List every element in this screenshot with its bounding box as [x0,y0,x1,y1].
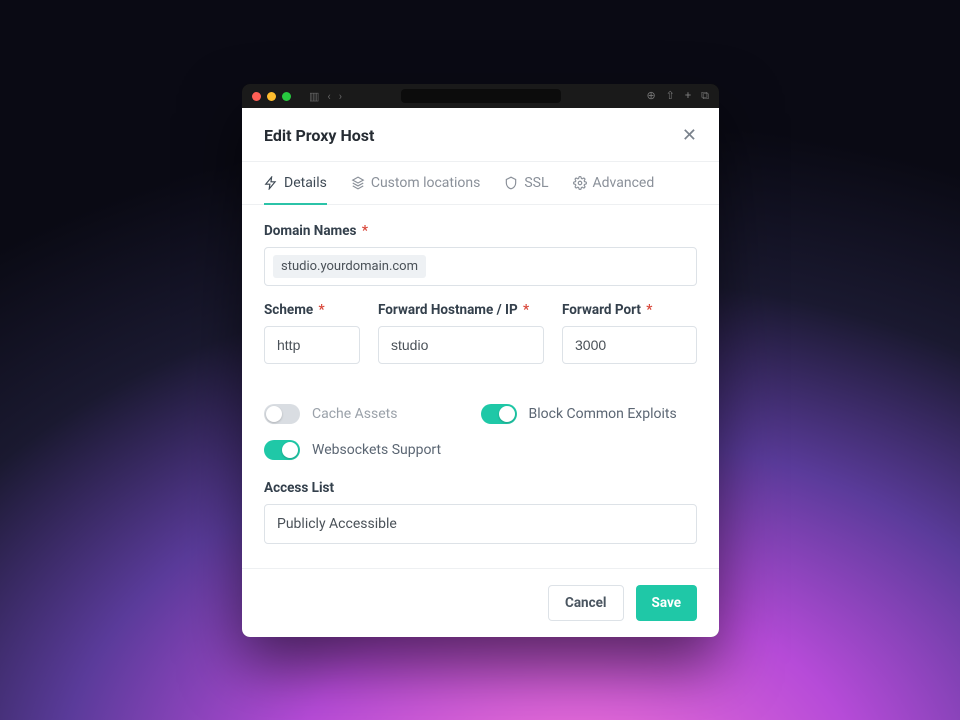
required-mark: * [643,302,653,318]
modal-footer: Cancel Save [242,568,719,637]
switch-cache-assets[interactable] [264,404,300,424]
layers-icon [351,176,365,190]
tab-bar: Details Custom locations SSL Advanced [242,162,719,205]
share-icon[interactable]: ⇧ [666,89,675,103]
field-forward-port: Forward Port * [562,302,697,364]
tab-label: Details [284,175,327,191]
required-mark: * [520,302,530,318]
window-controls [252,92,291,101]
bolt-icon [264,176,278,190]
switch-websockets[interactable] [264,440,300,460]
label-scheme: Scheme * [264,302,360,318]
domain-chip[interactable]: studio.yourdomain.com [273,255,426,278]
switch-block-exploits[interactable] [481,404,517,424]
label-domain-names: Domain Names * [264,223,697,239]
edit-proxy-host-modal: Edit Proxy Host ✕ Details Custom locatio… [242,108,719,637]
required-mark: * [358,223,368,239]
new-tab-icon[interactable]: + [685,89,691,103]
minimize-window-icon[interactable] [267,92,276,101]
tab-details[interactable]: Details [264,162,327,205]
domain-names-input[interactable]: studio.yourdomain.com [264,247,697,286]
scheme-input[interactable] [264,326,360,364]
tab-label: SSL [524,175,548,191]
toggle-cache-assets: Cache Assets [264,404,481,424]
field-access-list: Access List Publicly Accessible [264,480,697,544]
modal-title: Edit Proxy Host [264,126,374,145]
access-list-select[interactable]: Publicly Accessible [264,504,697,544]
toggle-block-exploits: Block Common Exploits [481,404,698,424]
tab-label: Custom locations [371,175,481,191]
save-button[interactable]: Save [636,585,697,621]
toggle-label: Block Common Exploits [529,406,677,422]
toggle-label: Websockets Support [312,442,441,458]
address-bar[interactable] [401,89,561,103]
maximize-window-icon[interactable] [282,92,291,101]
forward-icon[interactable]: › [339,90,342,103]
tab-advanced[interactable]: Advanced [573,162,655,205]
modal-header: Edit Proxy Host ✕ [242,108,719,162]
toggles: Cache Assets Block Common Exploits Webso… [264,404,697,460]
cancel-button[interactable]: Cancel [548,585,624,621]
close-window-icon[interactable] [252,92,261,101]
tab-custom-locations[interactable]: Custom locations [351,162,481,205]
toggle-label: Cache Assets [312,406,397,422]
tabs-icon[interactable]: ⧉ [701,89,709,103]
label-forward-port: Forward Port * [562,302,697,318]
access-list-value: Publicly Accessible [277,516,397,532]
shield-icon [504,176,518,190]
required-mark: * [315,302,325,318]
browser-window: ▥ ‹ › ⊕ ⇧ + ⧉ Edit Proxy Host ✕ Details … [242,84,719,637]
toggle-websockets: Websockets Support [264,440,481,460]
shield-icon[interactable]: ⊕ [646,89,655,103]
gear-icon [573,176,587,190]
field-scheme: Scheme * [264,302,360,364]
field-forward-host: Forward Hostname / IP * [378,302,544,364]
back-icon[interactable]: ‹ [327,90,330,103]
titlebar: ▥ ‹ › ⊕ ⇧ + ⧉ [242,84,719,108]
modal-body: Domain Names * studio.yourdomain.com Sch… [242,205,719,568]
sidebar-icon[interactable]: ▥ [309,90,319,103]
close-icon[interactable]: ✕ [682,127,697,145]
tab-ssl[interactable]: SSL [504,162,548,205]
tab-label: Advanced [593,175,655,191]
label-forward-host: Forward Hostname / IP * [378,302,544,318]
field-domain-names: Domain Names * studio.yourdomain.com [264,223,697,286]
forward-host-input[interactable] [378,326,544,364]
forward-port-input[interactable] [562,326,697,364]
label-access-list: Access List [264,480,697,496]
